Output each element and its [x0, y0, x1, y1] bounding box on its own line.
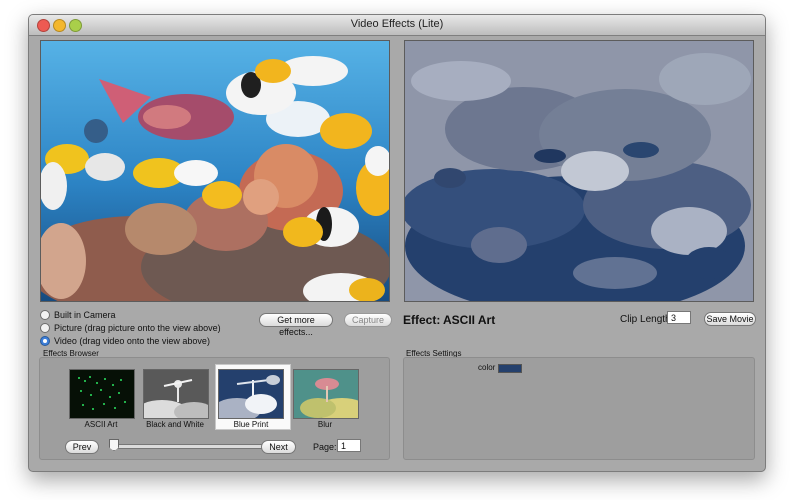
effect-label-blur: Blur [317, 420, 333, 429]
effect-thumb-black-and-white[interactable] [143, 369, 209, 419]
video-radio[interactable] [40, 336, 50, 346]
clip-length-label: Clip Length: [620, 314, 674, 325]
effect-label-ascii-art: ASCII Art [84, 420, 118, 429]
blur-preview [294, 370, 358, 418]
picture-option-label: Picture (drag picture onto the view abov… [54, 323, 221, 333]
underwater-video-image [41, 41, 389, 301]
source-option-picture[interactable]: Picture (drag picture onto the view abov… [40, 322, 221, 334]
effect-preview-view[interactable] [404, 40, 754, 302]
window-titlebar: Video Effects (Lite) [29, 15, 765, 36]
blue-print-preview [219, 370, 283, 418]
effects-settings-panel [403, 357, 755, 460]
current-effect-name: ASCII Art [443, 313, 496, 327]
black-and-white-preview [144, 370, 208, 418]
effect-label-black-and-white: Black and White [146, 420, 204, 429]
capture-button[interactable]: Capture [344, 313, 392, 327]
effect-thumb-ascii-art[interactable] [69, 369, 135, 419]
window-title: Video Effects (Lite) [350, 18, 444, 30]
source-option-video[interactable]: Video (drag video onto the view above) [40, 335, 221, 347]
clip-length-input[interactable]: 3 [667, 311, 691, 324]
save-movie-button[interactable]: Save Movie [704, 312, 756, 326]
camera-radio[interactable] [40, 310, 50, 320]
color-swatch[interactable] [498, 364, 522, 373]
video-option-label: Video (drag video onto the view above) [54, 336, 210, 346]
page-number-input[interactable]: 1 [337, 439, 361, 452]
blueprint-effect-image [405, 41, 753, 301]
next-page-button[interactable]: Next [261, 440, 296, 454]
picture-radio[interactable] [40, 323, 50, 333]
source-video-view[interactable] [40, 40, 390, 302]
source-option-camera[interactable]: Built in Camera [40, 309, 221, 321]
ascii-art-preview [70, 370, 134, 418]
effect-thumb-blur[interactable] [293, 369, 359, 419]
page-label: Page: [313, 442, 337, 452]
source-options: Built in Camera Picture (drag picture on… [40, 309, 221, 348]
camera-option-label: Built in Camera [54, 310, 116, 320]
effect-label: Effect: [403, 313, 441, 327]
app-window: Video Effects (Lite) Built in Camera Pic… [28, 14, 766, 472]
effect-label-blue-print: Blue Print [233, 420, 269, 429]
effect-thumb-blue-print[interactable] [218, 369, 284, 419]
effects-page-slider[interactable] [113, 444, 265, 449]
color-setting-label: color [478, 363, 496, 372]
prev-page-button[interactable]: Prev [65, 440, 99, 454]
get-more-effects-button[interactable]: Get more effects... [259, 313, 333, 337]
